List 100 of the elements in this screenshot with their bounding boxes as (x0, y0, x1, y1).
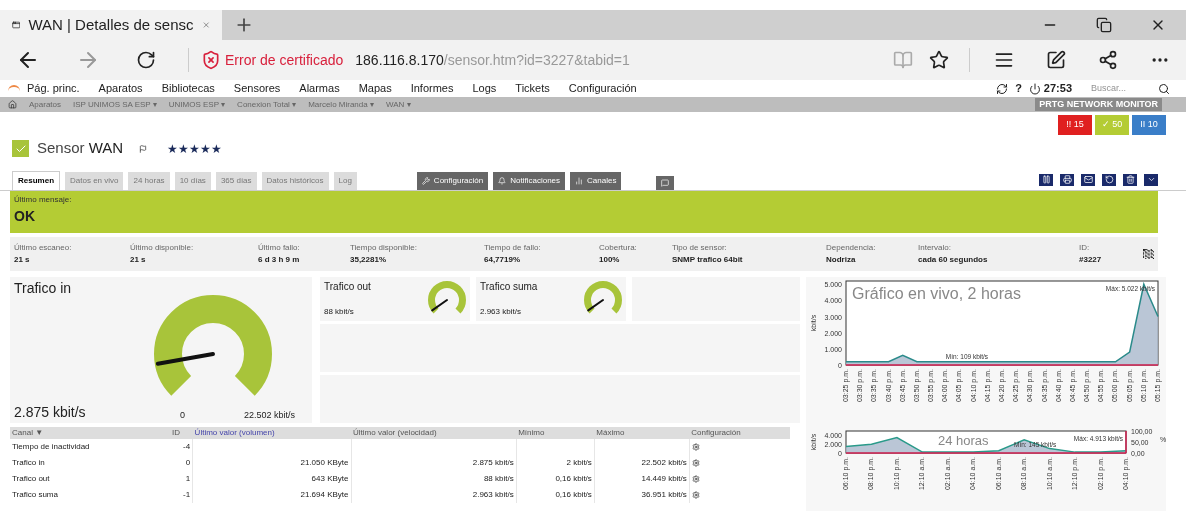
info-value: SNMP trafico 64bit (672, 253, 744, 266)
menu-item[interactable]: Aparatos (98, 80, 143, 97)
star-icon[interactable]: ★ (167, 139, 179, 158)
column-header[interactable]: Mínimo (516, 426, 595, 439)
address-bar[interactable]: 186.116.8.170/sensor.htm?id=3227&tabid=1 (355, 49, 893, 71)
status-check-icon (12, 140, 29, 157)
power-icon[interactable] (1028, 82, 1041, 95)
caret-icon[interactable] (1146, 175, 1156, 184)
column-header[interactable]: Canal ▼ (10, 426, 170, 439)
breadcrumb-item[interactable]: UNIMOS ESP ▾ (168, 98, 226, 111)
menu-item[interactable]: Sensores (233, 80, 281, 97)
info-label: Último disponible: (130, 241, 195, 254)
restore-icon[interactable] (1096, 17, 1112, 33)
tab[interactable]: 24 horas (128, 171, 170, 190)
certificate-error[interactable]: Error de certificado (225, 49, 344, 71)
star-icon[interactable]: ★ (178, 139, 190, 158)
gauge-max-label: 22.502 kbit/s (244, 409, 296, 422)
table-cell: Trafico in (12, 457, 45, 467)
menu-item[interactable]: Pág. princ. (27, 80, 80, 97)
breadcrumb-item[interactable]: Aparatos (29, 98, 62, 111)
table-cell: 0,16 kbit/s (555, 473, 592, 483)
tab[interactable]: Resumen (12, 170, 60, 190)
column-header[interactable]: Último valor (velocidad) (351, 426, 517, 439)
info-value: 21 s (14, 253, 31, 266)
refresh-icon[interactable] (996, 82, 1009, 95)
column-header[interactable]: Último valor (volumen) (192, 426, 352, 439)
share-icon[interactable] (1098, 50, 1118, 70)
refresh-icon[interactable] (136, 50, 156, 70)
gauge-min-label: 0 (180, 409, 186, 422)
status-badge[interactable]: !! 15 (1058, 115, 1092, 135)
breadcrumb-item[interactable]: Marcelo Miranda ▾ (308, 98, 374, 111)
tab[interactable]: Datos en vivo (65, 171, 124, 190)
action-button[interactable] (656, 175, 675, 190)
note-icon[interactable] (1046, 50, 1066, 70)
tab[interactable]: 365 días (215, 171, 257, 190)
search-icon[interactable] (1158, 82, 1170, 95)
info-label: Cobertura: (599, 241, 638, 254)
table-cell: 2 kbit/s (566, 457, 592, 467)
info-label: Intervalo: (918, 241, 952, 254)
breadcrumb-item[interactable]: WAN ▾ (385, 98, 411, 111)
menu-item[interactable]: Configuración (568, 80, 637, 97)
settings-icon[interactable] (691, 474, 700, 483)
hub-icon[interactable] (994, 50, 1014, 70)
mail-icon[interactable] (1083, 175, 1093, 184)
menu-item[interactable]: Alarmas (299, 80, 340, 97)
menu-item[interactable]: Logs (472, 80, 497, 97)
status-badge[interactable]: II 10 (1132, 115, 1166, 135)
breadcrumb-item[interactable]: Conexion Total ▾ (237, 98, 297, 111)
table-cell: Trafico out (12, 473, 50, 483)
bell-icon (498, 176, 507, 185)
table-cell: Trafico suma (12, 489, 58, 499)
flag-icon[interactable] (139, 144, 148, 153)
info-value: 64,7719% (484, 253, 522, 266)
menu-item[interactable]: Informes (410, 80, 454, 97)
info-value: 100% (599, 253, 621, 266)
info-value: 35,2281% (350, 253, 388, 266)
tab[interactable]: Datos históricos (261, 171, 329, 190)
warning-shield-icon (201, 50, 221, 70)
star-icon[interactable]: ★ (211, 139, 223, 158)
gauge-value: 88 kbit/s (324, 305, 355, 318)
star-icon[interactable]: ★ (200, 139, 212, 158)
search-field[interactable]: Buscar... (1091, 81, 1151, 96)
action-button[interactable]: Configuración (416, 171, 489, 190)
table-cell: 21.050 KByte (300, 457, 349, 467)
menu-item[interactable]: Mapas (358, 80, 392, 97)
settings-icon[interactable] (691, 490, 700, 499)
info-value: Nodriza (826, 253, 857, 266)
action-button[interactable]: Canales (570, 171, 622, 190)
table-cell: 36.951 kbit/s (641, 489, 687, 499)
help-link[interactable]: ? (1015, 80, 1022, 97)
bars-icon (575, 176, 584, 185)
tab[interactable]: 10 días (174, 171, 211, 190)
wrench-icon (421, 176, 430, 185)
pause-icon[interactable] (1041, 175, 1051, 184)
settings-icon[interactable] (691, 458, 700, 467)
info-label: Tiempo disponible: (350, 241, 418, 254)
column-header[interactable]: Máximo (594, 426, 690, 439)
home-icon[interactable] (8, 100, 17, 109)
info-label: Último fallo: (258, 241, 301, 254)
table-cell: 14.449 kbit/s (641, 473, 687, 483)
priority-stars[interactable]: ★★★★★ (167, 139, 223, 158)
column-header[interactable]: ID (170, 426, 193, 439)
action-button[interactable]: Notificaciones (493, 171, 566, 190)
chart-title: 24 horas (938, 432, 989, 448)
breadcrumb-item[interactable]: ISP UNIMOS SA ESP ▾ (73, 98, 157, 111)
tab[interactable]: Log (333, 171, 357, 190)
star-icon[interactable]: ★ (189, 139, 201, 158)
trash-icon[interactable] (1125, 175, 1135, 184)
favorite-icon[interactable] (929, 50, 949, 70)
info-value: #3227 (1079, 253, 1103, 266)
settings-icon[interactable] (691, 442, 700, 451)
menu-item[interactable]: Bibliotecas (161, 80, 215, 97)
menu-item[interactable]: Tickets (515, 80, 550, 97)
brand-logo: PRTG NETWORK MONITOR (1035, 97, 1162, 112)
info-value: 6 d 3 h 9 m (258, 253, 301, 266)
info-label: ID: (1079, 241, 1091, 254)
printer-icon[interactable] (1062, 175, 1072, 184)
column-header[interactable]: Configuración (689, 426, 790, 439)
browser-tab[interactable]: WAN | Detalles de sensc (0, 10, 222, 40)
table-cell: 22.502 kbit/s (641, 457, 687, 467)
